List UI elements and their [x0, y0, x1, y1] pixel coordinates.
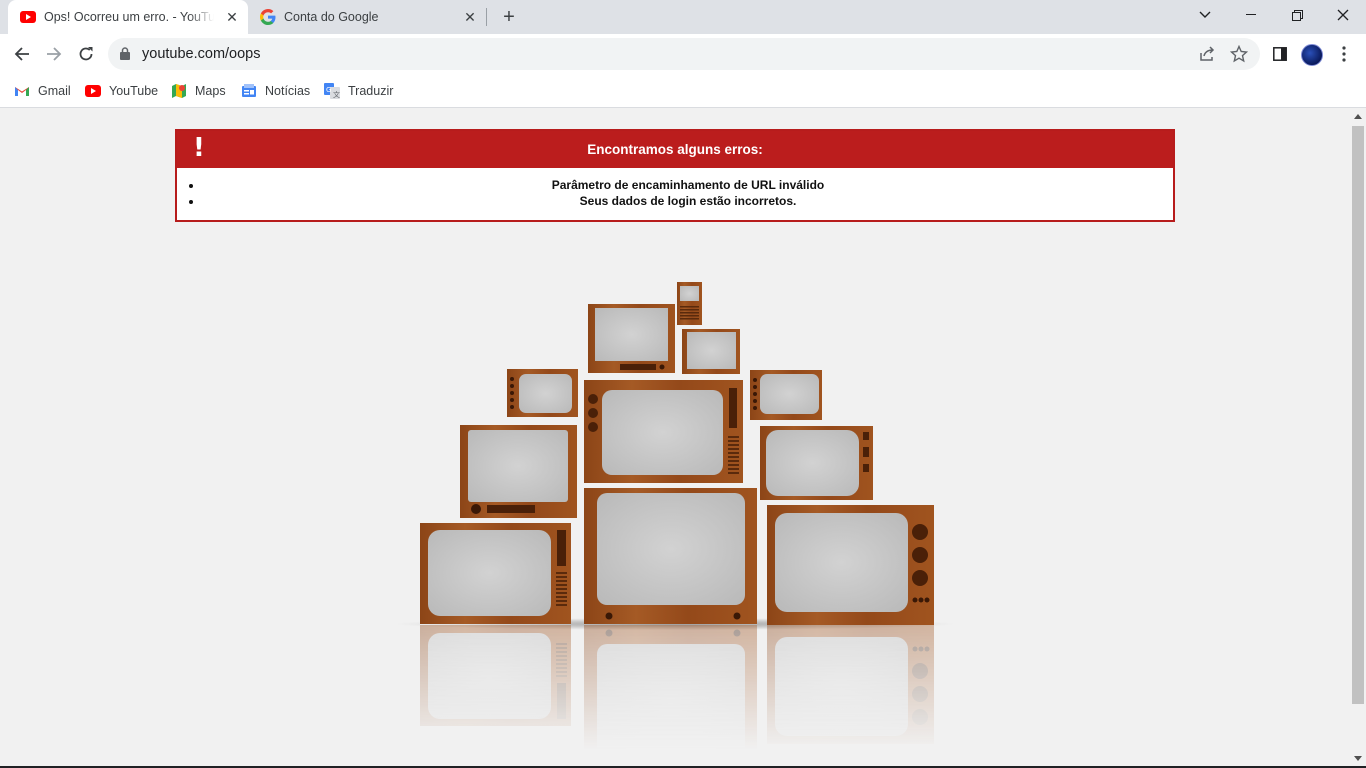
- bookmark-maps[interactable]: Maps: [171, 82, 226, 100]
- page-viewport: ! Encontramos alguns erros: Parâmetro de…: [0, 109, 1350, 766]
- close-tab-icon[interactable]: ✕: [224, 9, 240, 25]
- bookmark-translate[interactable]: G文 Traduzir: [324, 82, 393, 100]
- bookmark-news[interactable]: Notícias: [241, 82, 310, 100]
- error-header: ! Encontramos alguns erros:: [177, 131, 1173, 168]
- close-window-button[interactable]: [1320, 0, 1366, 30]
- youtube-icon: [20, 9, 36, 25]
- profile-avatar[interactable]: [1301, 44, 1323, 66]
- tab-title: Conta do Google: [284, 10, 379, 24]
- bookmark-label: Notícias: [265, 84, 311, 98]
- new-tab-button[interactable]: +: [498, 6, 520, 28]
- bookmarks-bar: Gmail YouTube Maps Notícias G文 Traduzir: [0, 74, 1366, 108]
- browser-toolbar: youtube.com/oops: [0, 34, 1366, 74]
- lock-icon[interactable]: [120, 47, 130, 65]
- vertical-scrollbar[interactable]: [1350, 109, 1366, 766]
- tab-separator: [486, 8, 487, 26]
- bookmark-label: Traduzir: [348, 84, 394, 98]
- bookmark-gmail[interactable]: Gmail: [14, 82, 71, 100]
- bookmark-youtube[interactable]: YouTube: [85, 82, 158, 100]
- translate-icon: G文: [324, 83, 340, 99]
- exclamation-icon: !: [193, 133, 205, 163]
- google-g-icon: [260, 9, 276, 25]
- tab-google-account[interactable]: Conta do Google ✕: [250, 0, 486, 34]
- error-item: Parâmetro de encaminhamento de URL invál…: [203, 177, 1173, 193]
- error-box: ! Encontramos alguns erros: Parâmetro de…: [175, 129, 1175, 222]
- side-panel-icon[interactable]: [1267, 41, 1293, 67]
- error-title: Encontramos alguns erros:: [587, 142, 763, 157]
- scroll-up-arrow-icon[interactable]: [1354, 114, 1362, 119]
- scroll-down-arrow-icon[interactable]: [1354, 756, 1362, 761]
- reload-button[interactable]: [73, 41, 99, 67]
- forward-button[interactable]: [41, 41, 67, 67]
- tab-youtube-error[interactable]: Ops! Ocorreu um erro. - YouTube ✕: [8, 0, 248, 34]
- url-text[interactable]: youtube.com/oops: [142, 46, 261, 62]
- close-tab-icon[interactable]: ✕: [462, 9, 478, 25]
- share-icon[interactable]: [1198, 45, 1216, 63]
- restore-button[interactable]: [1274, 0, 1320, 30]
- youtube-icon: [85, 83, 101, 99]
- gmail-icon: [14, 83, 30, 99]
- tab-strip: Ops! Ocorreu um erro. - YouTube ✕ Conta …: [0, 0, 1366, 34]
- bookmark-star-icon[interactable]: [1229, 44, 1249, 63]
- maps-icon: [171, 83, 187, 99]
- bookmark-label: YouTube: [109, 84, 159, 98]
- bookmark-label: Gmail: [38, 84, 71, 98]
- svg-text:G: G: [326, 86, 331, 94]
- address-bar[interactable]: youtube.com/oops: [108, 38, 1260, 70]
- back-button[interactable]: [9, 41, 35, 67]
- bookmark-label: Maps: [195, 84, 226, 98]
- scrollbar-thumb[interactable]: [1352, 126, 1364, 704]
- error-item: Seus dados de login estão incorretos.: [203, 193, 1173, 209]
- menu-kebab-icon[interactable]: [1331, 41, 1357, 67]
- svg-text:文: 文: [333, 90, 340, 99]
- tab-title: Ops! Ocorreu um erro. - YouTube: [44, 10, 214, 24]
- news-icon: [241, 83, 257, 99]
- error-list: Parâmetro de encaminhamento de URL invál…: [177, 168, 1173, 209]
- broken-tv-stack-illustration: [395, 282, 955, 749]
- minimize-button[interactable]: [1228, 0, 1274, 30]
- tab-search-chevron-icon[interactable]: [1182, 0, 1228, 30]
